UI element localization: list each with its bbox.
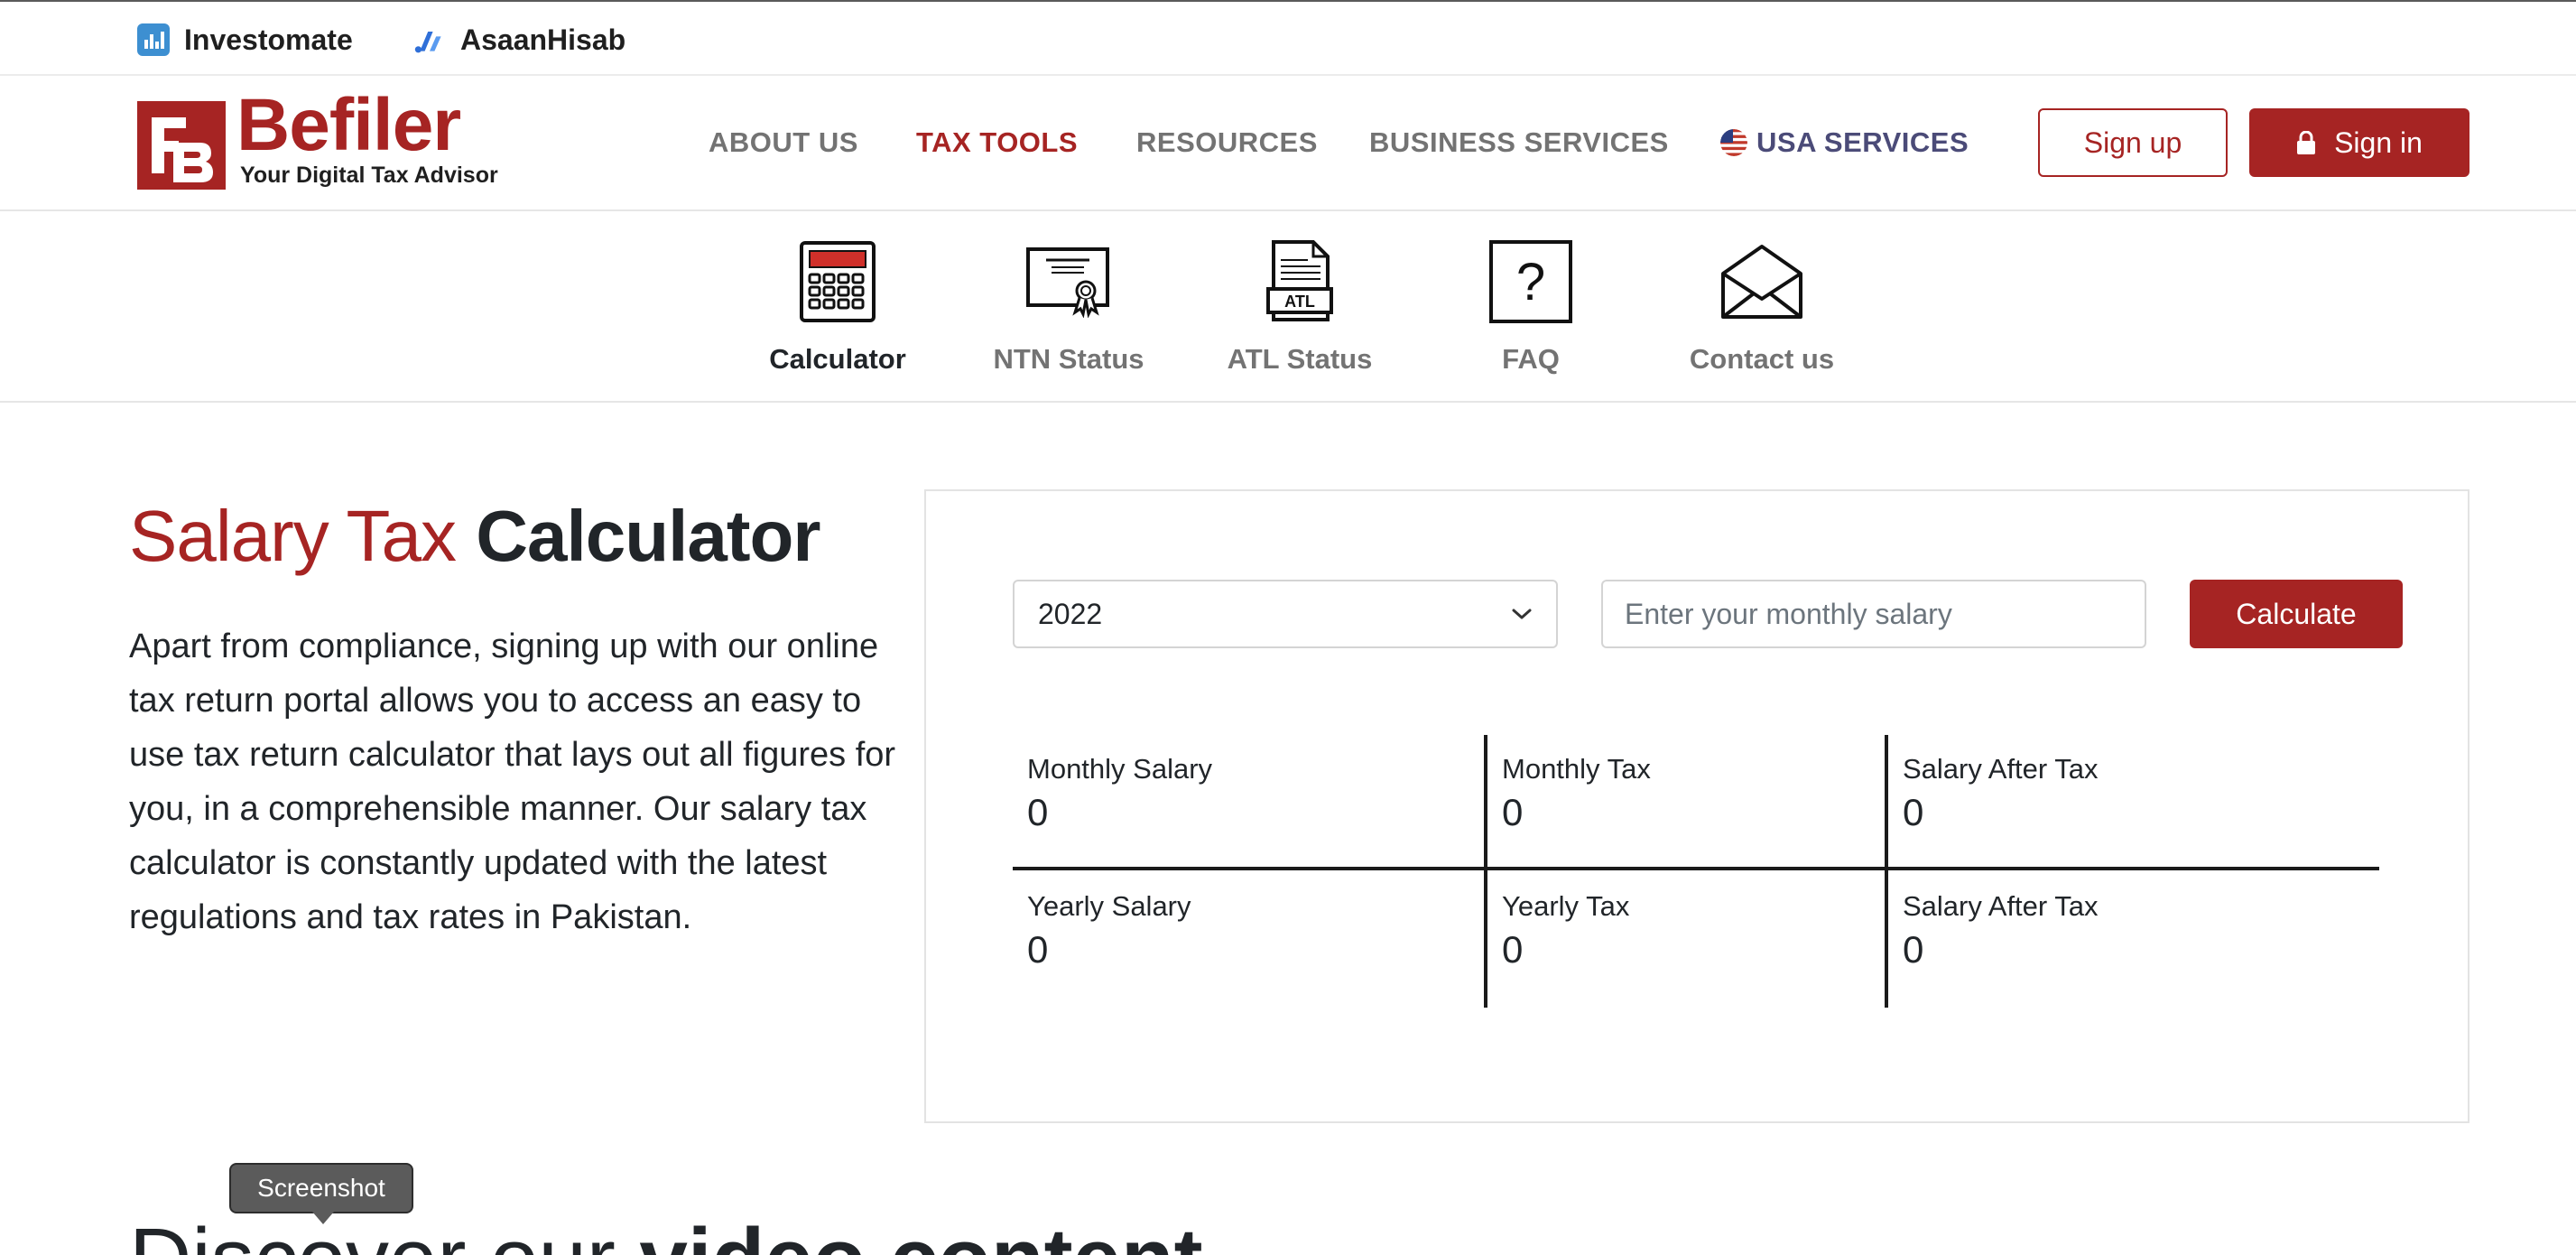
sign-in-button[interactable]: Sign in: [2249, 108, 2469, 177]
nav-tax-tools[interactable]: TAX TOOLS: [916, 121, 1078, 164]
result-label: Monthly Salary: [1027, 753, 1213, 785]
tools-bar: Calculator NTN Status ATL ATL Status ? F…: [0, 211, 2576, 403]
result-label: Monthly Tax: [1502, 753, 1651, 785]
tool-ntn-status[interactable]: NTN Status: [969, 238, 1168, 392]
result-label: Yearly Salary: [1027, 890, 1191, 922]
top-strip: Investomate AsaanHisab: [0, 0, 2576, 76]
lock-icon: [2297, 131, 2316, 154]
nav-resources[interactable]: RESOURCES: [1136, 121, 1318, 164]
results-divider-row: [1013, 867, 2379, 870]
investomate-label: Investomate: [184, 23, 353, 56]
tool-ntn-status-label: NTN Status: [993, 343, 1144, 375]
year-select-value: 2022: [1038, 597, 1103, 630]
calculate-button[interactable]: Calculate: [2190, 580, 2403, 648]
result-label: Yearly Tax: [1502, 890, 1630, 922]
result-value: 0: [1502, 928, 1524, 971]
monthly-salary-input[interactable]: [1601, 580, 2146, 648]
brand-name: Befiler: [236, 84, 461, 166]
sign-in-label: Sign in: [2334, 126, 2423, 159]
tool-calculator[interactable]: Calculator: [738, 238, 937, 392]
results-divider-1: [1484, 735, 1487, 1008]
result-yearly-salary-after-tax: Salary After Tax 0: [1903, 890, 2099, 971]
calculator-icon: [800, 241, 876, 322]
us-flag-icon: [1720, 129, 1747, 156]
main-header: Befiler Your Digital Tax Advisor ABOUT U…: [0, 76, 2576, 211]
screenshot-tooltip: Screenshot: [229, 1163, 413, 1224]
result-value: 0: [1903, 928, 1924, 971]
result-monthly-salary-after-tax: Salary After Tax 0: [1903, 753, 2099, 834]
atl-icon-text: ATL: [1284, 293, 1315, 311]
asaanhisab-label: AsaanHisab: [460, 23, 626, 56]
result-yearly-tax: Yearly Tax 0: [1502, 890, 1629, 971]
page-title: Salary Tax Calculator: [129, 493, 820, 580]
atl-document-icon: ATL: [1266, 240, 1333, 321]
result-label: Salary After Tax: [1903, 890, 2099, 922]
brand-tagline: Your Digital Tax Advisor: [240, 163, 498, 188]
nav-usa-services[interactable]: USA SERVICES: [1720, 121, 1969, 164]
result-value: 0: [1027, 928, 1049, 971]
result-monthly-salary: Monthly Salary 0: [1027, 753, 1212, 834]
tool-faq[interactable]: ? FAQ: [1432, 238, 1630, 392]
result-label: Salary After Tax: [1903, 753, 2099, 785]
tool-atl-status[interactable]: ATL ATL Status: [1200, 238, 1399, 392]
nav-usa-services-label: USA SERVICES: [1756, 126, 1969, 158]
discover-heading: Discover our video content: [129, 1210, 1203, 1255]
page-description: Apart from compliance, signing up with o…: [129, 628, 896, 936]
discover-heading-bold: video content: [640, 1211, 1203, 1255]
certificate-icon: [1026, 247, 1109, 318]
asaanhisab-logo-icon: [414, 32, 441, 53]
calculator-card: 2022 Calculate Monthly Salary 0 Monthly …: [924, 489, 2469, 1123]
investomate-logo-icon: [137, 23, 170, 56]
tool-faq-label: FAQ: [1502, 343, 1560, 375]
nav-about-us[interactable]: ABOUT US: [709, 121, 858, 164]
results-divider-2: [1885, 735, 1888, 1008]
befiler-mark-icon: [137, 101, 226, 190]
tool-atl-status-label: ATL Status: [1227, 343, 1373, 375]
befiler-logo[interactable]: Befiler Your Digital Tax Advisor: [137, 88, 498, 191]
page-title-light: Salary Tax: [129, 496, 457, 576]
tool-contact-us-label: Contact us: [1689, 343, 1835, 375]
tool-calculator-label: Calculator: [769, 343, 906, 375]
result-monthly-tax: Monthly Tax 0: [1502, 753, 1651, 834]
sign-up-button[interactable]: Sign up: [2038, 108, 2228, 177]
result-value: 0: [1903, 791, 1924, 833]
chevron-down-icon: [1512, 609, 1532, 619]
year-select[interactable]: 2022: [1013, 580, 1558, 648]
faq-icon-text: ?: [1516, 253, 1545, 311]
envelope-icon: [1721, 245, 1802, 319]
tool-contact-us[interactable]: Contact us: [1663, 238, 1861, 392]
nav-business-services[interactable]: BUSINESS SERVICES: [1369, 121, 1669, 164]
question-icon: ?: [1489, 240, 1572, 323]
result-value: 0: [1502, 791, 1524, 833]
asaanhisab-link[interactable]: AsaanHisab: [413, 22, 625, 58]
discover-heading-light: Discover our: [129, 1211, 616, 1255]
investomate-link[interactable]: Investomate: [137, 22, 353, 58]
page-title-bold: Calculator: [476, 496, 820, 576]
result-yearly-salary: Yearly Salary 0: [1027, 890, 1191, 971]
result-value: 0: [1027, 791, 1049, 833]
